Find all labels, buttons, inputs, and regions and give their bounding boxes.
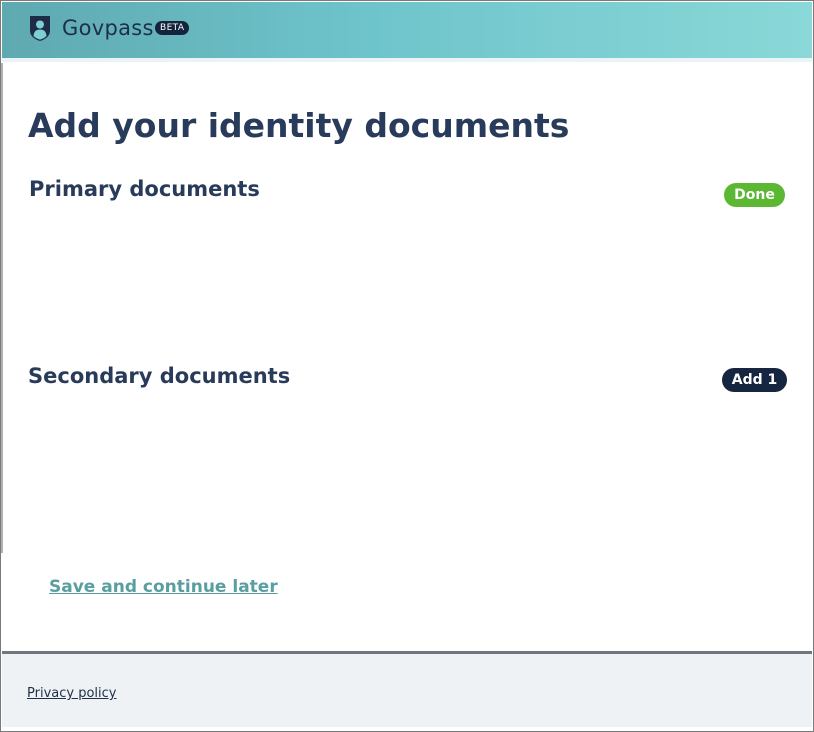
browser-frame: Govpass BETA Add your identity documents… [0,0,814,732]
site-header: Govpass BETA [2,2,812,58]
secondary-documents-add-button[interactable]: Add 1 [722,368,787,392]
secondary-documents-heading: Secondary documents [28,364,291,388]
site-footer [2,654,812,727]
page-title: Add your identity documents [28,106,570,145]
primary-documents-heading: Primary documents [29,177,260,201]
privacy-policy-link[interactable]: Privacy policy [27,685,116,703]
save-and-continue-later-link[interactable]: Save and continue later [49,575,278,599]
left-edge-divider [1,63,3,553]
header-divider [2,58,812,62]
shield-person-icon [30,16,50,41]
brand-name[interactable]: Govpass [62,14,154,42]
beta-badge: BETA [155,21,190,35]
primary-documents-status-badge: Done [724,183,785,207]
